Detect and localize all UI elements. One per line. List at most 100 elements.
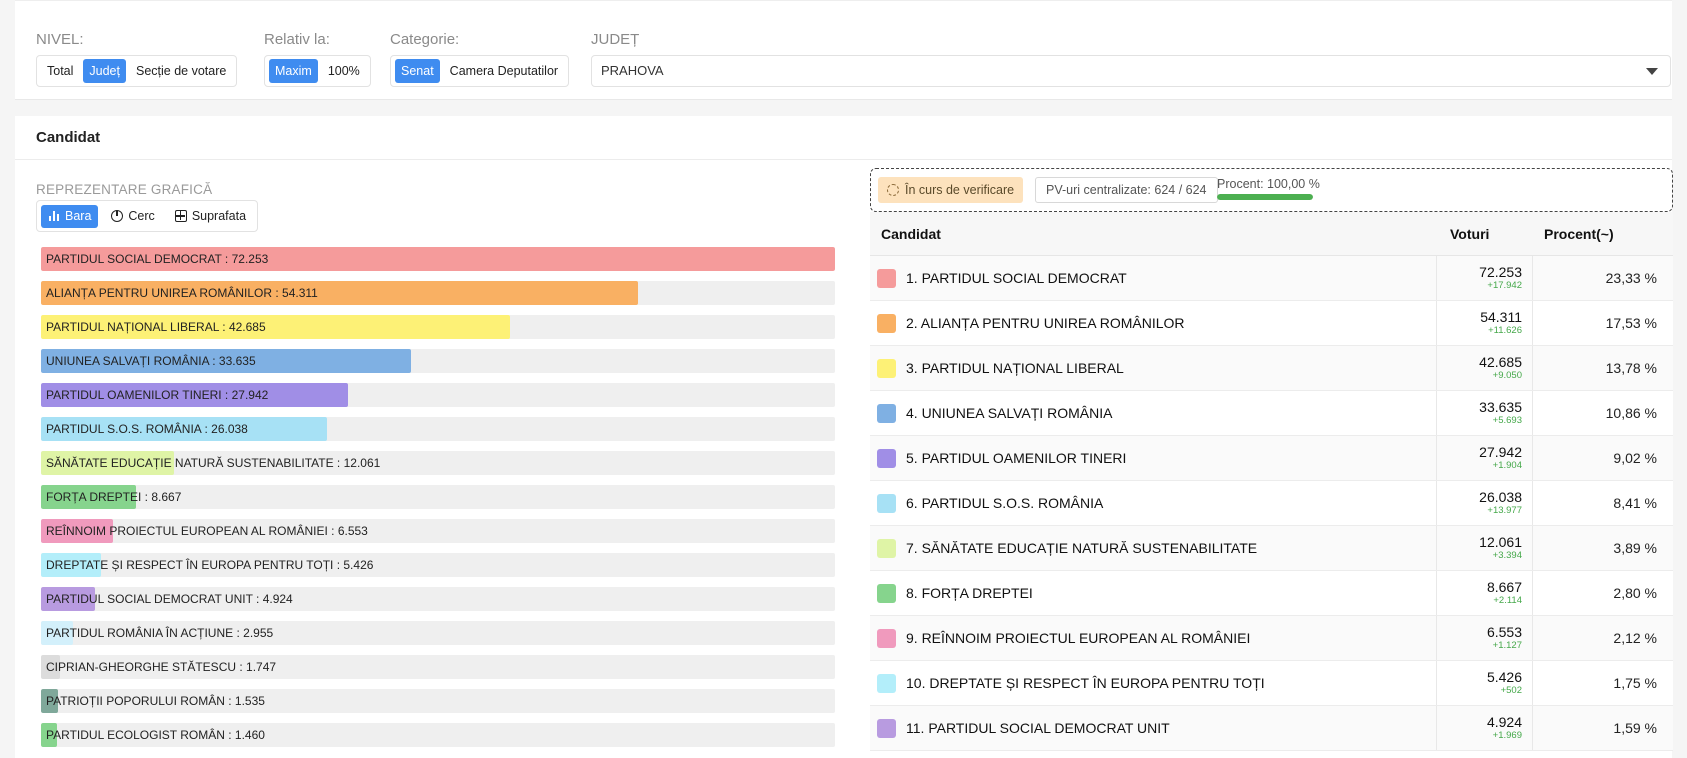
votes-value: 72.253 xyxy=(1479,264,1522,280)
table-row[interactable]: 7. SĂNĂTATE EDUCAȚIE NATURĂ SUSTENABILIT… xyxy=(870,526,1673,571)
table-row[interactable]: 1. PARTIDUL SOCIAL DEMOCRAT 72.253 +17.942… xyxy=(870,256,1673,301)
bar-row[interactable]: UNIUNEA SALVAȚI ROMÂNIA : 33.635 xyxy=(41,349,835,373)
bar-row[interactable]: PARTIDUL ROMÂNIA ÎN ACȚIUNE : 2.955 xyxy=(41,621,835,645)
gear-icon xyxy=(887,184,899,196)
table-body: 1. PARTIDUL SOCIAL DEMOCRAT 72.253 +17.942… xyxy=(870,256,1673,751)
color-swatch xyxy=(877,448,896,468)
percent-cell: 17,53 % xyxy=(1605,315,1657,331)
table-row[interactable]: 6. PARTIDUL S.O.S. ROMÂNIA 26.038 +13.977 8… xyxy=(870,481,1673,526)
bar-row[interactable]: PARTIDUL NAȚIONAL LIBERAL : 42.685 xyxy=(41,315,835,339)
table-row[interactable]: 11. PARTIDUL SOCIAL DEMOCRAT UNIT 4.924 +1… xyxy=(870,706,1673,751)
nivel-option-judet[interactable]: Județ xyxy=(83,59,126,83)
judet-select[interactable]: PRAHOVA xyxy=(591,55,1671,87)
panel-title: Candidat xyxy=(15,116,1672,160)
percent-label: Procent: 100,00 % xyxy=(1217,177,1320,191)
representation-cerc-label: Cerc xyxy=(128,208,155,223)
filter-judet-label: JUDEȚ xyxy=(591,31,640,48)
candidate-cell: 10. DREPTATE ȘI RESPECT ÎN EUROPA PENTRU… xyxy=(870,661,1437,705)
votes-cell: 8.667 +2.114 xyxy=(1437,571,1533,615)
votes-delta: +13.977 xyxy=(1487,505,1522,516)
votes-value: 12.061 xyxy=(1479,534,1522,550)
percent-indicator: Procent: 100,00 % xyxy=(1217,177,1320,200)
color-swatch xyxy=(877,493,896,513)
bar-row[interactable]: ALIANȚA PENTRU UNIREA ROMÂNILOR : 54.311 xyxy=(41,281,835,305)
bar-row[interactable]: CIPRIAN-GHEORGHE STĂTESCU : 1.747 xyxy=(41,655,835,679)
relativ-option-100[interactable]: 100% xyxy=(322,59,366,83)
color-swatch xyxy=(877,358,896,378)
bar-row[interactable]: PARTIDUL S.O.S. ROMÂNIA : 26.038 xyxy=(41,417,835,441)
categorie-option-camera[interactable]: Camera Deputatilor xyxy=(444,59,564,83)
votes-value: 54.311 xyxy=(1480,309,1522,325)
bar-row[interactable]: PARTIDUL OAMENILOR TINERI : 27.942 xyxy=(41,383,835,407)
header-percent[interactable]: Procent(~) xyxy=(1533,226,1673,242)
table-row[interactable]: 9. REÎNNOIM PROIECTUL EUROPEAN AL ROMÂNI… xyxy=(870,616,1673,661)
candidate-cell: 2. ALIANȚA PENTRU UNIREA ROMÂNILOR xyxy=(870,301,1437,345)
relativ-option-maxim[interactable]: Maxim xyxy=(269,59,318,83)
bar-chart-icon xyxy=(48,210,60,222)
representation-cerc-button[interactable]: Cerc xyxy=(104,205,161,228)
table-row[interactable]: 10. DREPTATE ȘI RESPECT ÎN EUROPA PENTRU… xyxy=(870,661,1673,706)
color-swatch xyxy=(877,403,896,423)
bar-row[interactable]: PATRIOȚII POPORULUI ROMÂN : 1.535 xyxy=(41,689,835,713)
candidate-name: 7. SĂNĂTATE EDUCAȚIE NATURĂ SUSTENABILIT… xyxy=(906,540,1258,556)
table-row[interactable]: 4. UNIUNEA SALVAȚI ROMÂNIA 33.635 +5.693 10… xyxy=(870,391,1673,436)
candidate-panel: Candidat REPREZENTARE GRAFICĂ Bara Cerc … xyxy=(15,116,1673,758)
pv-badge: PV-uri centralizate: 624 / 624 xyxy=(1035,177,1218,203)
candidate-cell: 6. PARTIDUL S.O.S. ROMÂNIA xyxy=(870,481,1437,525)
votes-cell: 42.685 +9.050 xyxy=(1437,346,1533,390)
bar-row[interactable]: PARTIDUL SOCIAL DEMOCRAT UNIT : 4.924 xyxy=(41,587,835,611)
color-swatch xyxy=(877,583,896,603)
color-swatch xyxy=(877,268,896,288)
header-candidate[interactable]: Candidat xyxy=(870,212,1437,255)
table-row[interactable]: 8. FORȚA DREPTEI 8.667 +2.114 2,80 % xyxy=(870,571,1673,616)
percent-cell: 13,78 % xyxy=(1605,360,1657,376)
votes-cell: 4.924 +1.969 xyxy=(1437,706,1533,750)
table-row[interactable]: 5. PARTIDUL OAMENILOR TINERI 27.942 +1.904… xyxy=(870,436,1673,481)
table-row[interactable]: 3. PARTIDUL NAȚIONAL LIBERAL 42.685 +9.050… xyxy=(870,346,1673,391)
votes-value: 27.942 xyxy=(1479,444,1522,460)
filters-bar: NIVEL: Total Județ Secție de votare Rela… xyxy=(15,0,1672,100)
candidate-cell: 5. PARTIDUL OAMENILOR TINERI xyxy=(870,436,1437,480)
bar-row[interactable]: PARTIDUL ECOLOGIST ROMÂN : 1.460 xyxy=(41,723,835,747)
verification-text: În curs de verificare xyxy=(905,183,1015,197)
filter-categorie-label: Categorie: xyxy=(390,31,460,48)
bar-chart: PARTIDUL SOCIAL DEMOCRAT : 72.253 ALIANȚA… xyxy=(41,247,835,757)
votes-value: 26.038 xyxy=(1479,489,1522,505)
table-row[interactable]: 2. ALIANȚA PENTRU UNIREA ROMÂNILOR 54.311… xyxy=(870,301,1673,346)
candidate-cell: 11. PARTIDUL SOCIAL DEMOCRAT UNIT xyxy=(870,706,1437,750)
bar-row[interactable]: FORȚA DREPTEI : 8.667 xyxy=(41,485,835,509)
votes-delta: +502 xyxy=(1500,685,1522,696)
nivel-option-sectie[interactable]: Secție de votare xyxy=(130,59,232,83)
candidate-cell: 8. FORȚA DREPTEI xyxy=(870,571,1437,615)
verification-badge: În curs de verificare xyxy=(878,177,1024,203)
candidate-name: 8. FORȚA DREPTEI xyxy=(906,585,1033,601)
votes-cell: 5.426 +502 xyxy=(1437,661,1533,705)
votes-delta: +2.114 xyxy=(1493,595,1522,606)
representation-bara-button[interactable]: Bara xyxy=(41,204,99,228)
bar-label: PARTIDUL SOCIAL DEMOCRAT : 72.253 xyxy=(46,252,269,266)
percent-cell: 3,89 % xyxy=(1613,540,1657,556)
categorie-options: Senat Camera Deputatilor xyxy=(390,55,570,87)
percent-progress-track xyxy=(1217,194,1313,200)
votes-value: 42.685 xyxy=(1479,354,1522,370)
votes-delta: +1.904 xyxy=(1492,460,1522,471)
results-table: Candidat Voturi Procent(~) 1. PARTIDUL S… xyxy=(870,212,1673,751)
bar-label: UNIUNEA SALVAȚI ROMÂNIA : 33.635 xyxy=(46,354,256,368)
representation-suprafata-button[interactable]: Suprafata xyxy=(168,205,253,228)
bar-row[interactable]: DREPTATE ȘI RESPECT ÎN EUROPA PENTRU TOȚ… xyxy=(41,553,835,577)
header-votes[interactable]: Voturi xyxy=(1437,212,1533,255)
filter-relativ-label: Relativ la: xyxy=(264,31,330,48)
bar-row[interactable]: PARTIDUL SOCIAL DEMOCRAT : 72.253 xyxy=(41,247,835,271)
bar-label: REÎNNOIM PROIECTUL EUROPEAN AL ROMÂNIEI … xyxy=(46,524,368,538)
color-swatch xyxy=(877,673,896,693)
nivel-options: Total Județ Secție de votare xyxy=(36,55,238,87)
bar-row[interactable]: REÎNNOIM PROIECTUL EUROPEAN AL ROMÂNIEI … xyxy=(41,519,835,543)
nivel-option-total[interactable]: Total xyxy=(41,59,79,83)
bar-row[interactable]: SĂNĂTATE EDUCAȚIE NATURĂ SUSTENABILITATE… xyxy=(41,451,835,475)
categorie-option-senat[interactable]: Senat xyxy=(395,59,440,83)
candidate-name: 6. PARTIDUL S.O.S. ROMÂNIA xyxy=(906,495,1104,511)
votes-delta: +17.942 xyxy=(1487,280,1522,291)
bar-label: PARTIDUL ROMÂNIA ÎN ACȚIUNE : 2.955 xyxy=(46,626,274,640)
votes-value: 8.667 xyxy=(1486,579,1522,595)
candidate-cell: 3. PARTIDUL NAȚIONAL LIBERAL xyxy=(870,346,1437,390)
